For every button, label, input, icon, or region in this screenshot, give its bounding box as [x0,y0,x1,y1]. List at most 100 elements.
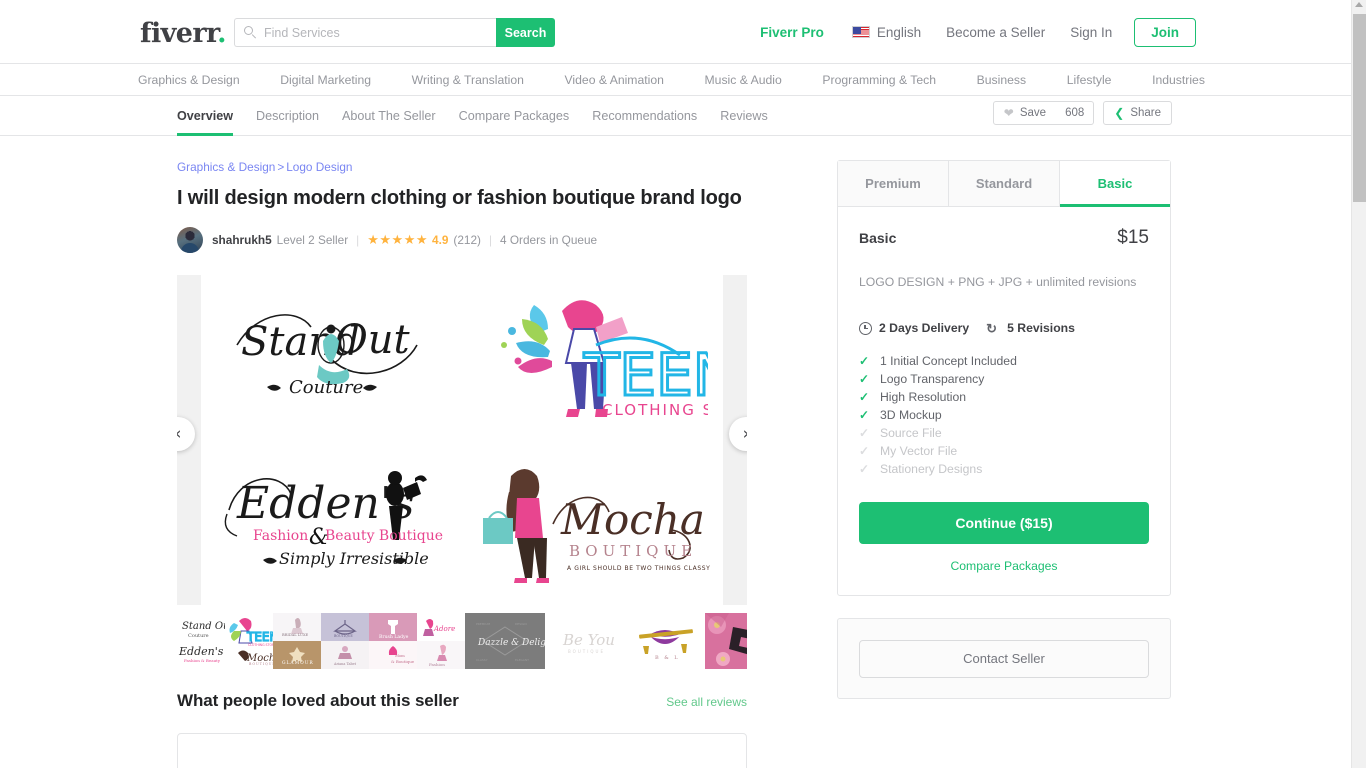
nav-language-selector[interactable]: English [851,24,922,40]
category-business[interactable]: Business [977,73,1026,87]
check-icon: ✓ [859,444,870,459]
svg-text:GLAMOUR: GLAMOUR [282,661,314,666]
see-all-reviews-link[interactable]: See all reviews [666,695,747,709]
package-tab-standard[interactable]: Standard [949,161,1060,206]
svg-text:Edden's: Edden's [236,478,415,529]
package-panel: Premium Standard Basic Basic $15 LOGO DE… [837,160,1171,597]
svg-text:Couture: Couture [188,633,209,639]
share-icon: ❮ [1114,106,1125,120]
scrollbar-thumb[interactable] [1353,14,1366,202]
header-nav-right: Fiverr Pro English Become a Seller Sign … [760,0,1196,64]
svg-text:Mocha: Mocha [560,495,705,544]
svg-text:Mom: Mom [395,653,405,658]
svg-text:Out: Out [335,317,411,363]
package-body: Basic $15 LOGO DESIGN + PNG + JPG + unli… [838,207,1170,595]
svg-text:BOUTIQUE: BOUTIQUE [249,662,273,666]
tab-about-the-seller[interactable]: About The Seller [342,96,436,136]
thumbnail-lips[interactable]: B & L [625,613,705,669]
category-video-animation[interactable]: Video & Animation [565,73,664,87]
tab-description[interactable]: Description [256,96,319,136]
clock-icon [859,321,872,335]
check-icon: ✓ [859,408,870,423]
tab-reviews[interactable]: Reviews [720,96,768,136]
gallery-main-image[interactable]: Stand Out Couture TEE CLOTHING Edden's F… [201,275,723,605]
category-industries[interactable]: Industries [1152,73,1205,87]
svg-text:Couture: Couture [289,377,363,398]
heart-icon: ❤ [1003,106,1014,120]
svg-text:TEEN: TEEN [583,341,708,409]
search-input-wrap[interactable] [234,18,496,47]
search-input[interactable] [264,25,496,40]
svg-text:Be You: Be You [562,631,615,649]
category-digital-marketing[interactable]: Digital Marketing [280,73,371,87]
scrollbar-up-arrow-icon[interactable] [1355,2,1363,7]
feature-item: ✓ Logo Transparency [859,370,1149,388]
continue-button[interactable]: Continue ($15) [859,502,1149,545]
save-button[interactable]: ❤ Save [992,101,1058,125]
seller-separator-1: | [356,233,360,247]
contact-seller-panel: Contact Seller [837,618,1171,700]
breadcrumb: Graphics & Design > Logo Design [177,160,747,174]
contact-seller-button[interactable]: Contact Seller [859,639,1149,678]
feature-label: Logo Transparency [880,372,985,387]
site-header: fiverr. Search Fiverr Pro English Become… [0,0,1351,64]
package-tab-premium[interactable]: Premium [838,161,949,206]
svg-text:CLOTHING STORE: CLOTHING STORE [248,643,273,647]
thumbnail-be-you[interactable]: Be You BOUTIQUE [545,613,625,669]
avatar[interactable] [177,227,203,253]
thumbnail-floral[interactable]: › [705,613,747,669]
thumbnail-dress-pink[interactable]: Brush Ladye Mom & Boutique [369,613,417,669]
tab-overview[interactable]: Overview [177,96,234,136]
seller-username[interactable]: shahrukh5 [212,233,272,247]
category-graphics-design[interactable]: Graphics & Design [138,73,240,87]
main-content: Graphics & Design > Logo Design I will des… [0,136,1351,768]
svg-text:Edden's: Edden's [178,645,224,658]
thumb-dress-pink-icon: Brush Ladye Mom & Boutique [369,613,417,669]
nav-language-label: English [876,24,922,40]
thumbnail-bridal[interactable]: BRIDAL LUXE GLAMOUR [273,613,321,669]
feature-label: 1 Initial Concept Included [880,354,1017,369]
breadcrumb-item-logo-design[interactable]: Logo Design [286,160,352,174]
logo-sample-stand-out: Stand Out Couture [201,275,462,441]
svg-text:& Boutique: & Boutique [391,659,415,664]
category-nav: Graphics & Design Digital Marketing Writ… [0,64,1351,96]
tab-recommendations[interactable]: Recommendations [592,96,697,136]
share-button[interactable]: ❮ Share [1103,101,1172,125]
thumbnail-dazzle-delight[interactable]: Dazzle & Delight PREMIUM DESIGN CLASSY E… [465,613,545,669]
check-icon: ✓ [859,354,870,369]
svg-text:Stand Out: Stand Out [182,621,225,632]
feature-item-disabled: ✓ Source File [859,424,1149,442]
compare-packages-link[interactable]: Compare Packages [859,559,1149,573]
thumbnail-teen[interactable]: TEEN CLOTHING STORE Mocha BOUTIQUE [225,613,273,669]
thumbnail-stand-out[interactable]: Stand Out Couture Edden's Fashion & Beau… [177,613,225,669]
feature-item: ✓ High Resolution [859,388,1149,406]
nav-sign-in[interactable]: Sign In [1070,25,1112,40]
gallery-thumbnail-strip: Stand Out Couture Edden's Fashion & Beau… [177,613,747,669]
category-writing-translation[interactable]: Writing & Translation [412,73,524,87]
thumbnail-hanger[interactable]: BOUTIQUE Ariana Tabet [321,613,369,669]
category-lifestyle[interactable]: Lifestyle [1067,73,1112,87]
breadcrumb-item-graphics-design[interactable]: Graphics & Design [177,160,275,174]
category-programming-tech[interactable]: Programming & Tech [822,73,936,87]
svg-text:Beauty Boutique: Beauty Boutique [325,528,443,544]
nav-become-a-seller[interactable]: Become a Seller [946,25,1045,40]
revisions-label: 5 Revisions [1007,321,1075,336]
stand-out-couture-logo: Stand Out Couture [235,314,418,398]
search-icon [244,26,257,39]
fiverr-logo[interactable]: fiverr. [140,18,227,49]
nav-fiverr-pro[interactable]: Fiverr Pro [760,25,824,40]
page-scrollbar[interactable] [1351,0,1366,768]
thumb-floral-icon [705,613,747,669]
us-flag-icon [851,26,870,38]
svg-text:Dazzle & Delight: Dazzle & Delight [477,638,545,648]
thumbnail-mini-logo[interactable]: Adore Fashion [417,613,465,669]
category-music-audio[interactable]: Music & Audio [705,73,782,87]
package-tab-basic[interactable]: Basic [1060,161,1170,207]
rating-stars-icon: ★★★★★ [367,232,429,247]
package-features-list: ✓ 1 Initial Concept Included ✓ Logo Tran… [859,352,1149,478]
tab-compare-packages[interactable]: Compare Packages [459,96,570,136]
page-viewport: fiverr. Search Fiverr Pro English Become… [0,0,1351,768]
svg-text:Fashion: Fashion [429,662,445,667]
nav-join-button[interactable]: Join [1134,17,1196,47]
search-button[interactable]: Search [496,18,555,47]
